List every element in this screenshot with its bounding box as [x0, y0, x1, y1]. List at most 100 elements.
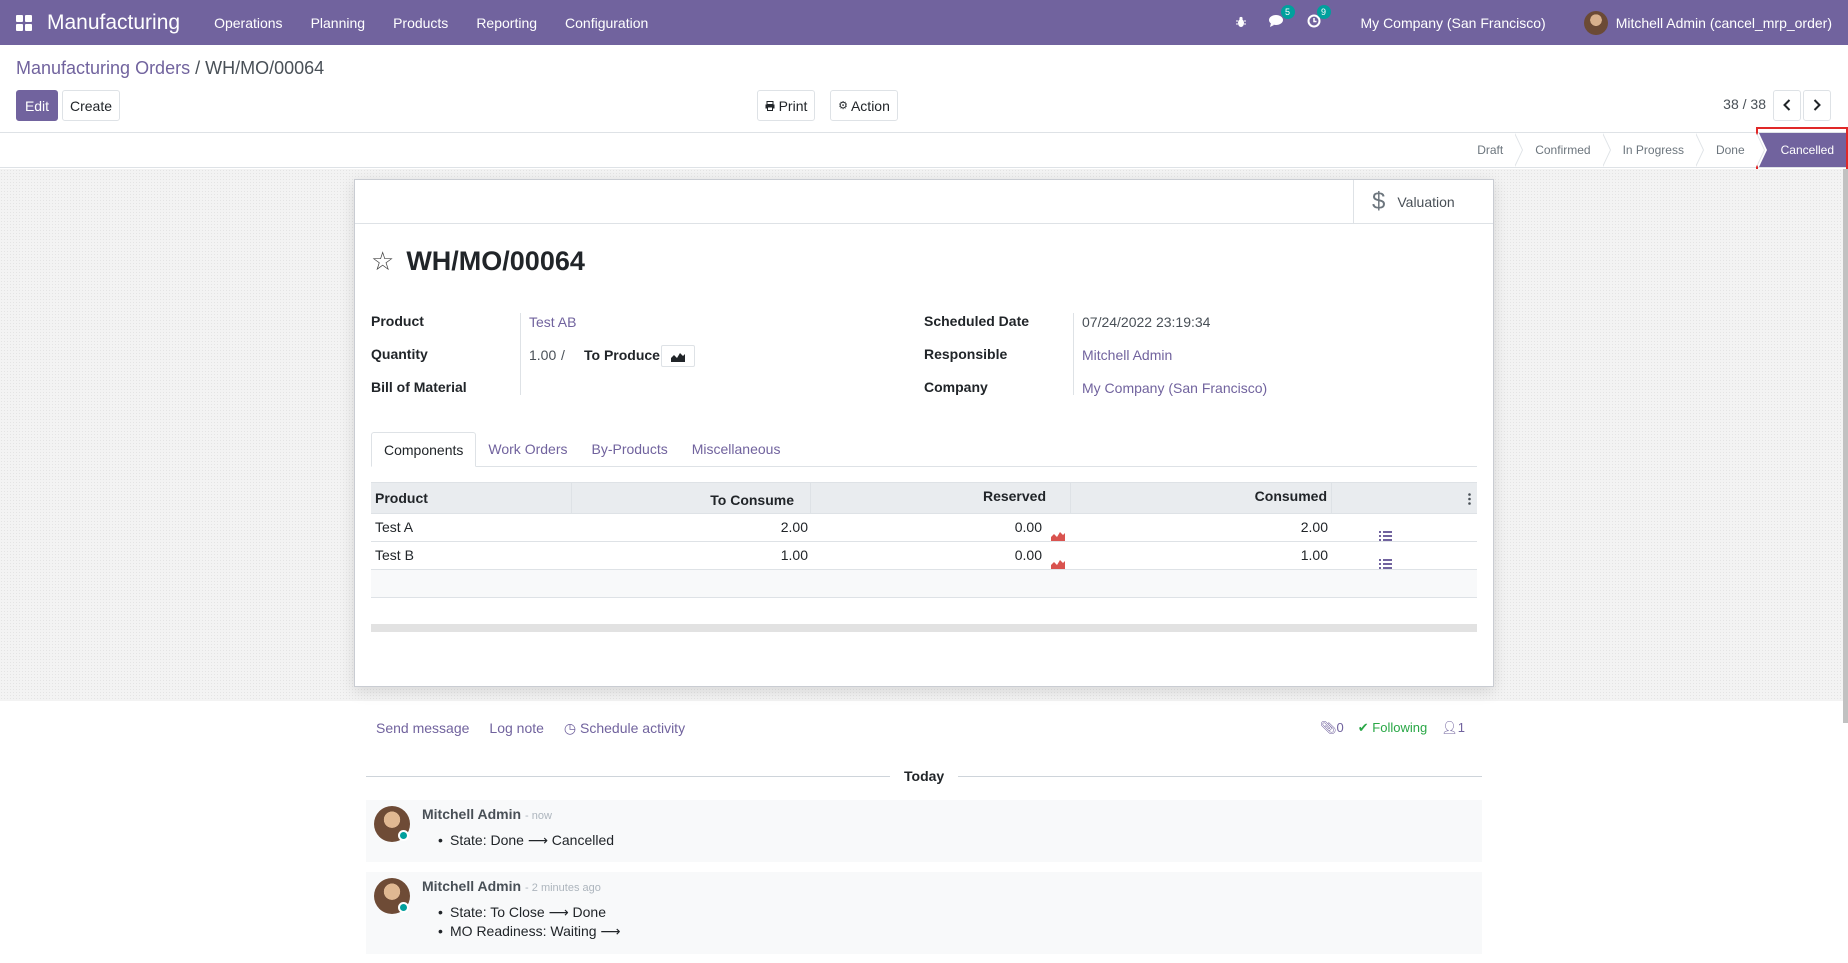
col-product[interactable]: Product [371, 483, 572, 514]
notebook-tabs: Components Work Orders By-Products Misce… [371, 432, 1477, 467]
breadcrumb-separator: / [195, 58, 201, 78]
details-list-icon[interactable] [1379, 550, 1392, 577]
print-label: Print [778, 97, 808, 114]
tracking-value: MO Readiness: Waiting ⟶ [438, 923, 620, 940]
menu-planning[interactable]: Planning [297, 15, 380, 31]
breadcrumb: Manufacturing Orders / WH/MO/00064 [16, 58, 324, 79]
followers-count: 1 [1457, 720, 1465, 735]
message-author[interactable]: Mitchell Admin - 2 minutes ago [422, 878, 601, 894]
valuation-button[interactable]: $ Valuation [1353, 180, 1493, 224]
followers-button[interactable]: 👤︎1 [1441, 720, 1465, 736]
stage-done[interactable]: Done [1698, 133, 1765, 167]
components-table: Product To Consume Reserved Consumed Tes… [371, 482, 1477, 632]
product-value[interactable]: Test AB [529, 314, 576, 330]
gear-icon: ⚙ [838, 100, 848, 112]
print-button[interactable]: Print [757, 90, 815, 121]
optional-columns-toggle[interactable] [1332, 483, 1477, 514]
form-sheet: $ Valuation ☆ WH/MO/00064 Product Quanti… [354, 179, 1494, 687]
clock-icon: ◷ [563, 720, 577, 736]
following-button[interactable]: ✔ Following [1358, 720, 1427, 736]
chatter-message: Mitchell Admin- 2 minutes ago State: To … [366, 872, 1482, 954]
company-switcher[interactable]: My Company (San Francisco) [1361, 15, 1546, 31]
debug-bug-icon[interactable] [1235, 15, 1247, 31]
responsible-label: Responsible [924, 346, 1008, 362]
app-name[interactable]: Manufacturing [47, 11, 180, 35]
systray: 5 9 My Company (San Francisco) Mitchell … [1235, 0, 1832, 45]
kebab-menu-icon [1468, 493, 1471, 505]
pager-previous-button[interactable] [1773, 90, 1801, 121]
message-author[interactable]: Mitchell Admin - now [422, 806, 552, 822]
chatter-topbar: Send message Log note ◷ Schedule activit… [376, 720, 705, 737]
stage-cancelled-label: Cancelled [1780, 143, 1834, 157]
field-divider-right [1073, 313, 1074, 395]
page-vertical-scrollbar[interactable] [1843, 169, 1848, 723]
table-row[interactable]: Test A 2.00 0.00 2.00 [371, 514, 1477, 542]
row-consumed: 1.00 [1300, 547, 1328, 563]
company-label: Company [924, 379, 988, 395]
tab-components[interactable]: Components [371, 432, 477, 467]
author-name: Mitchell Admin [422, 806, 522, 822]
table-horizontal-scrollbar[interactable] [371, 624, 1477, 632]
menu-operations[interactable]: Operations [200, 15, 296, 31]
top-navbar: Manufacturing Operations Planning Produc… [0, 0, 1848, 45]
dollar-icon: $ [1372, 188, 1386, 215]
pager-next-button[interactable] [1803, 90, 1831, 121]
send-message-button[interactable]: Send message [376, 720, 469, 737]
stage-confirmed[interactable]: Confirmed [1517, 133, 1611, 167]
print-icon [765, 98, 775, 114]
smart-button-box: $ Valuation [355, 180, 1493, 224]
company-value[interactable]: My Company (San Francisco) [1082, 380, 1267, 396]
messages-icon[interactable]: 5 [1268, 5, 1295, 31]
tab-by-products[interactable]: By-Products [579, 432, 679, 466]
schedule-activity-button[interactable]: ◷ Schedule activity [564, 720, 685, 737]
tab-miscellaneous[interactable]: Miscellaneous [680, 432, 793, 466]
stage-cancelled[interactable]: Cancelled [1758, 133, 1848, 167]
paperclip-icon: 📎︎ [1320, 720, 1337, 735]
tab-work-orders[interactable]: Work Orders [476, 432, 579, 466]
col-consumed[interactable]: Consumed [1071, 483, 1332, 514]
empty-row [371, 570, 1477, 598]
forecast-chart-icon[interactable] [1051, 550, 1065, 577]
message-date: - 2 minutes ago [525, 882, 601, 894]
quantity-separator: / [561, 347, 565, 363]
edit-button[interactable]: Edit [16, 90, 58, 121]
online-status-icon [398, 830, 409, 841]
menu-reporting[interactable]: Reporting [462, 15, 551, 31]
messages-badge: 5 [1280, 5, 1295, 19]
activities-badge: 9 [1316, 5, 1331, 19]
pager-value[interactable]: 38 / 38 [1723, 96, 1766, 112]
tracking-value: State: To Close ⟶ Done [438, 904, 606, 921]
log-note-button[interactable]: Log note [489, 720, 544, 737]
online-status-icon [398, 902, 409, 913]
table-row[interactable]: Test B 1.00 0.00 1.00 [371, 542, 1477, 570]
responsible-value[interactable]: Mitchell Admin [1082, 347, 1172, 363]
user-menu[interactable]: Mitchell Admin (cancel_mrp_order) [1616, 15, 1832, 31]
chatter-right-actions: 📎︎0 ✔ Following 👤︎1 [1320, 720, 1479, 736]
status-bar: Draft Confirmed In Progress Done Cancell… [0, 132, 1848, 168]
star-icon[interactable]: ☆ [371, 246, 394, 277]
check-icon: ✔ [1357, 720, 1369, 735]
attachments-button[interactable]: 📎︎0 [1320, 720, 1344, 736]
action-button[interactable]: ⚙ Action [830, 90, 898, 121]
row-product: Test B [375, 547, 414, 563]
field-divider-left [520, 313, 521, 395]
row-product: Test A [375, 519, 414, 535]
activities-clock-icon[interactable]: 9 [1307, 5, 1331, 31]
chatter-message: Mitchell Admin- now State: Done ⟶ Cancel… [366, 800, 1482, 862]
stage-pipeline: Draft Confirmed In Progress Done Cancell… [1459, 133, 1848, 167]
user-avatar[interactable] [1583, 10, 1608, 35]
apps-menu-icon[interactable] [16, 14, 32, 31]
create-button[interactable]: Create [62, 90, 120, 121]
breadcrumb-parent[interactable]: Manufacturing Orders [16, 58, 190, 78]
user-icon: 👤︎ [1441, 720, 1458, 735]
col-reserved[interactable]: Reserved [811, 483, 1071, 514]
row-reserved: 0.00 [1014, 519, 1042, 535]
menu-configuration[interactable]: Configuration [551, 15, 662, 31]
stage-in-progress[interactable]: In Progress [1605, 133, 1705, 167]
col-to-consume[interactable]: To Consume [572, 483, 811, 514]
stage-draft[interactable]: Draft [1459, 133, 1524, 167]
menu-products[interactable]: Products [379, 15, 462, 31]
forecast-area-chart-icon[interactable] [661, 345, 695, 367]
main-menu: Operations Planning Products Reporting C… [200, 15, 662, 31]
quantity-value: 1.00 [529, 347, 557, 363]
